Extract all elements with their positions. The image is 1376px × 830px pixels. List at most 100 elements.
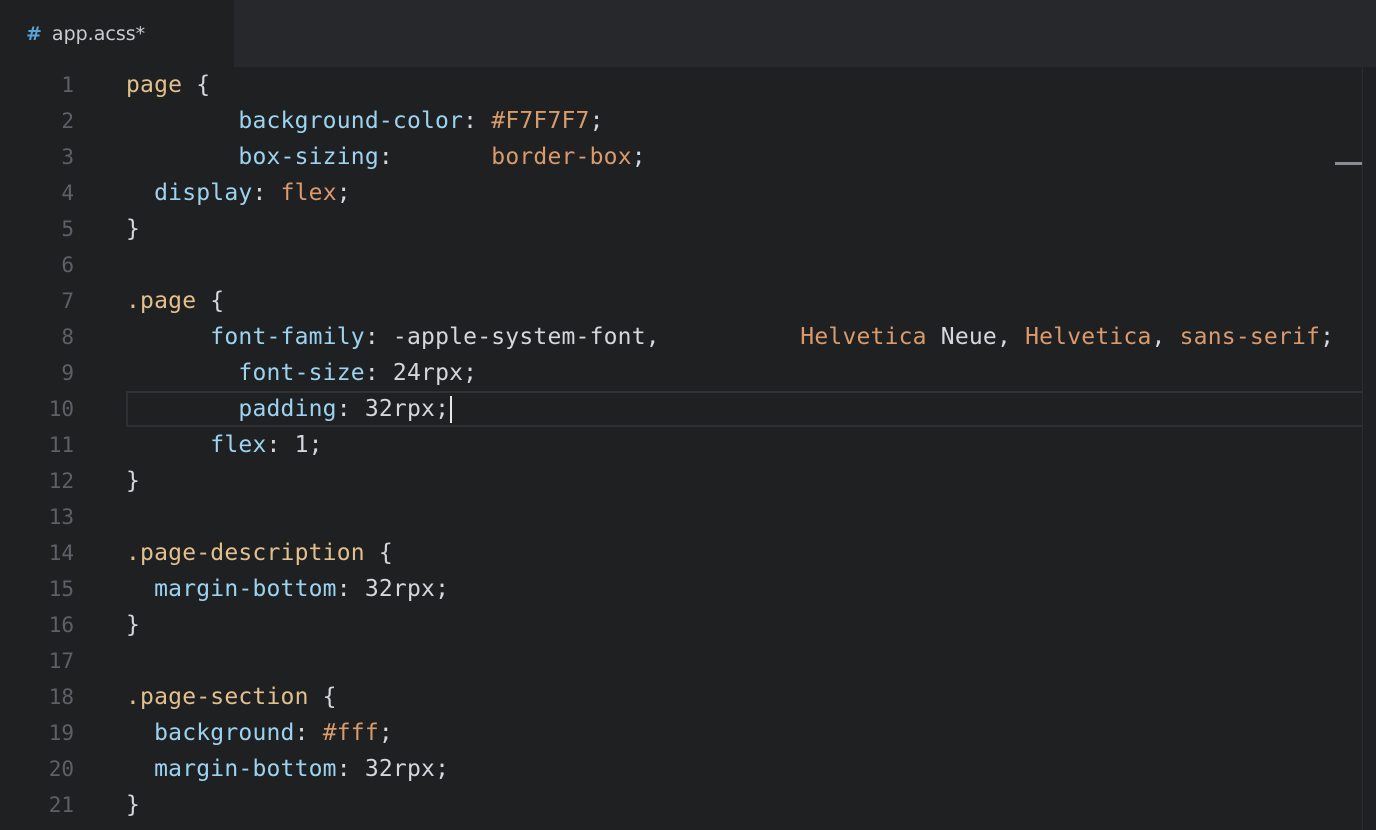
code-text: .page { (126, 288, 224, 314)
code-token: .page-description (126, 540, 365, 566)
line-number: 6 (61, 253, 74, 277)
code-token: { (364, 540, 393, 566)
code-token: : 32rpx; (336, 756, 450, 782)
line-number: 16 (48, 613, 74, 637)
tab-app-acss[interactable]: # app.acss* (0, 0, 234, 67)
code-line[interactable]: 12} (0, 463, 1362, 499)
code-text: box-sizing: border-box; (126, 144, 646, 170)
code-token: background-color (238, 108, 464, 134)
code-line[interactable]: 19 background: #fff; (0, 715, 1362, 751)
line-number: 8 (61, 325, 74, 349)
scroll-position-marker[interactable] (1335, 162, 1362, 165)
line-number: 14 (48, 541, 74, 565)
code-token: ; (378, 720, 393, 746)
code-area[interactable]: 1 page { 2 background-color: #F7F7F7; 3 box… (0, 67, 1362, 830)
code-token: margin-bottom (154, 576, 337, 602)
line-number: 13 (48, 505, 74, 529)
code-token: font-family (210, 324, 365, 350)
vertical-scrollbar[interactable] (1362, 67, 1376, 830)
code-line[interactable]: 8 font-family: -apple-system-font, Helve… (0, 319, 1362, 355)
code-token: margin-bottom (154, 756, 337, 782)
code-line[interactable]: 15 margin-bottom: 32rpx; (0, 571, 1362, 607)
code-line[interactable]: 20 margin-bottom: 32rpx; (0, 751, 1362, 787)
line-number: 12 (48, 469, 74, 493)
line-number: 1 (61, 73, 74, 97)
code-text: .page-section { (126, 684, 337, 710)
code-token: : (294, 720, 323, 746)
code-token: .page (126, 288, 197, 314)
code-token: { (196, 288, 225, 314)
tab-title: app.acss* (51, 22, 146, 45)
code-line[interactable]: 11 flex: 1; (0, 427, 1362, 463)
line-number: 19 (48, 721, 74, 745)
code-text: margin-bottom: 32rpx; (126, 756, 449, 782)
code-token: sans-serif (1179, 324, 1321, 350)
line-number: 2 (61, 109, 74, 133)
code-text: } (126, 468, 140, 494)
code-text: flex: 1; (126, 432, 323, 458)
code-line[interactable]: 16} (0, 607, 1362, 643)
code-text: background: #fff; (126, 720, 393, 746)
code-token: , (1151, 324, 1180, 350)
line-number: 17 (48, 649, 74, 673)
code-token: flex (280, 180, 337, 206)
code-line[interactable]: 7 .page { (0, 283, 1362, 319)
code-token: ; (336, 180, 351, 206)
code-text: padding: 32rpx; (126, 395, 453, 423)
code-line[interactable]: 21} (0, 787, 1362, 823)
code-line[interactable]: 6 (0, 247, 1362, 283)
code-token: } (126, 468, 141, 494)
code-token: font-size (238, 360, 365, 386)
code-token: box-sizing (238, 144, 379, 170)
line-number: 5 (61, 217, 74, 241)
code-editor: # app.acss* 1 page { 2 background-color: #… (0, 0, 1376, 830)
code-line[interactable]: 17 (0, 643, 1362, 679)
text-cursor (450, 395, 453, 423)
code-token: ; (1320, 324, 1335, 350)
line-number: 15 (48, 577, 74, 601)
code-token: border-box (491, 144, 632, 170)
line-number: 7 (61, 289, 74, 313)
code-text: font-size: 24rpx; (126, 360, 477, 386)
line-number: 18 (48, 685, 74, 709)
code-line[interactable]: 14 .page-description { (0, 535, 1362, 571)
code-text: } (126, 216, 140, 242)
code-line[interactable]: 13 (0, 499, 1362, 535)
code-token: : 32rpx; (336, 395, 450, 422)
code-line[interactable]: 18 .page-section { (0, 679, 1362, 715)
code-token: ; (589, 108, 604, 134)
code-token: } (126, 792, 141, 818)
code-token: Helvetica (800, 324, 927, 350)
code-token: : (378, 144, 492, 170)
code-line[interactable]: 9 font-size: 24rpx; (0, 355, 1362, 391)
code-token: Neue, (926, 324, 1026, 350)
code-token: : 1; (266, 432, 323, 458)
code-token: { (308, 684, 337, 710)
code-text: margin-bottom: 32rpx; (126, 576, 449, 602)
code-token: #fff (322, 720, 379, 746)
code-token: background (154, 720, 295, 746)
code-token: flex (210, 432, 267, 458)
code-line[interactable]: 10 padding: 32rpx; (0, 391, 1362, 427)
code-line[interactable]: 1 page { (0, 67, 1362, 103)
line-number: 10 (48, 397, 74, 421)
line-number: 4 (61, 181, 74, 205)
code-line[interactable]: 4 display: flex; (0, 175, 1362, 211)
line-number: 20 (48, 757, 74, 781)
code-text: page { (126, 72, 210, 98)
tab-bar: # app.acss* (0, 0, 1376, 67)
code-token: Helvetica (1025, 324, 1152, 350)
code-token: ; (631, 144, 646, 170)
code-token: : -apple-system-font, (364, 324, 801, 350)
code-line[interactable]: 5} (0, 211, 1362, 247)
code-line[interactable]: 3 box-sizing: border-box; (0, 139, 1362, 175)
code-text: display: flex; (126, 180, 351, 206)
code-line[interactable]: 2 background-color: #F7F7F7; (0, 103, 1362, 139)
